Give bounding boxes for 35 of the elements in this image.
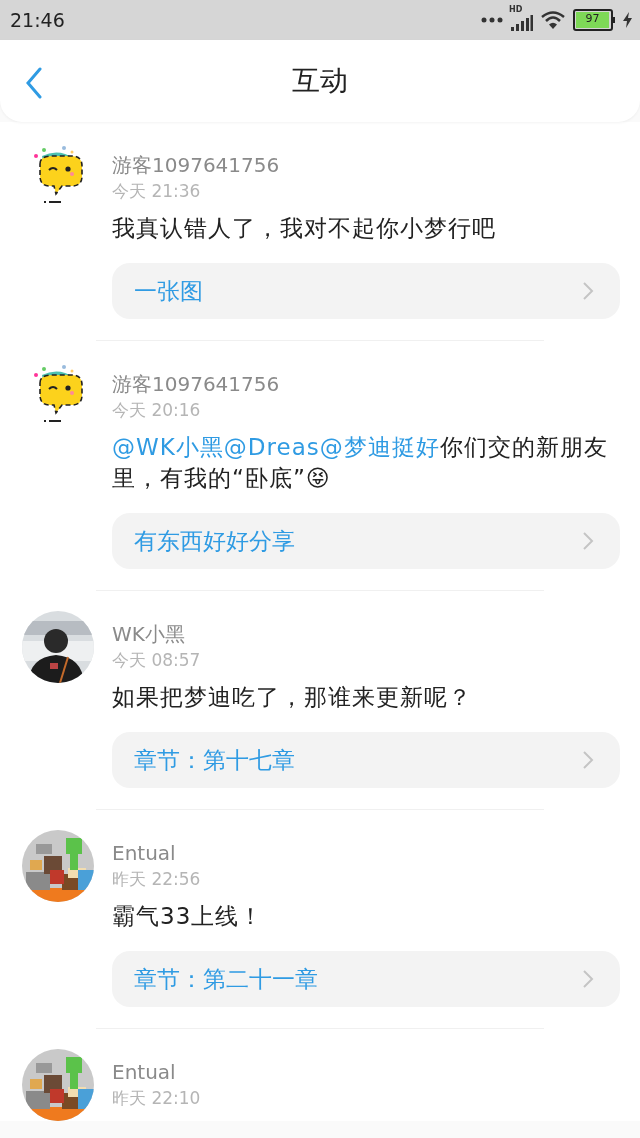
source-card[interactable]: 有东西好好分享 bbox=[112, 513, 620, 569]
chevron-right-icon bbox=[582, 531, 594, 551]
charging-icon bbox=[623, 12, 632, 28]
mention-link[interactable]: @梦迪挺好 bbox=[319, 434, 440, 460]
user-name: 游客1097641756 bbox=[112, 152, 281, 178]
timestamp: 昨天 22:10 bbox=[112, 1087, 202, 1110]
wifi-icon bbox=[541, 11, 565, 29]
more-dots-icon bbox=[481, 17, 503, 23]
user-name: 游客1097641756 bbox=[112, 371, 281, 397]
battery-icon: 97 bbox=[573, 9, 615, 31]
timestamp: 今天 20:16 bbox=[112, 399, 202, 422]
timestamp: 昨天 22:56 bbox=[112, 868, 202, 891]
clock-time: 21:46 bbox=[10, 9, 65, 31]
source-link: 有东西好好分享 bbox=[134, 526, 295, 556]
source-link: 章节：第二十一章 bbox=[134, 964, 318, 994]
source-card[interactable]: 章节：第二十一章 bbox=[112, 951, 620, 1007]
chevron-right-icon bbox=[582, 281, 594, 301]
comment-text: 如果把梦迪吃了，那谁来更新呢？ bbox=[112, 683, 473, 712]
source-link: 章节：第十七章 bbox=[134, 745, 295, 775]
comment-text: 我真认错人了，我对不起你小梦行吧 bbox=[112, 214, 497, 243]
mention-link[interactable]: @WK小黑 bbox=[112, 434, 224, 460]
timestamp: 今天 21:36 bbox=[112, 180, 202, 203]
chevron-right-icon bbox=[582, 750, 594, 770]
page-title: 互动 bbox=[292, 63, 348, 99]
source-link: 一张图 bbox=[134, 276, 203, 306]
source-card[interactable]: 一张图 bbox=[112, 263, 620, 319]
source-card[interactable]: 章节：第十七章 bbox=[112, 732, 620, 788]
comment-text: @WK小黑@Dreas@梦迪挺好你们交的新朋友里，有我的“卧底”😝 bbox=[112, 433, 609, 493]
timestamp: 今天 08:57 bbox=[112, 649, 202, 672]
chevron-right-icon bbox=[582, 969, 594, 989]
mention-link[interactable]: @Dreas bbox=[223, 434, 320, 460]
user-name: Entual bbox=[112, 1059, 177, 1085]
user-name: WK小黑 bbox=[112, 621, 186, 647]
comment-text: 霸气33上线！ bbox=[112, 902, 265, 931]
user-name: Entual bbox=[112, 840, 177, 866]
